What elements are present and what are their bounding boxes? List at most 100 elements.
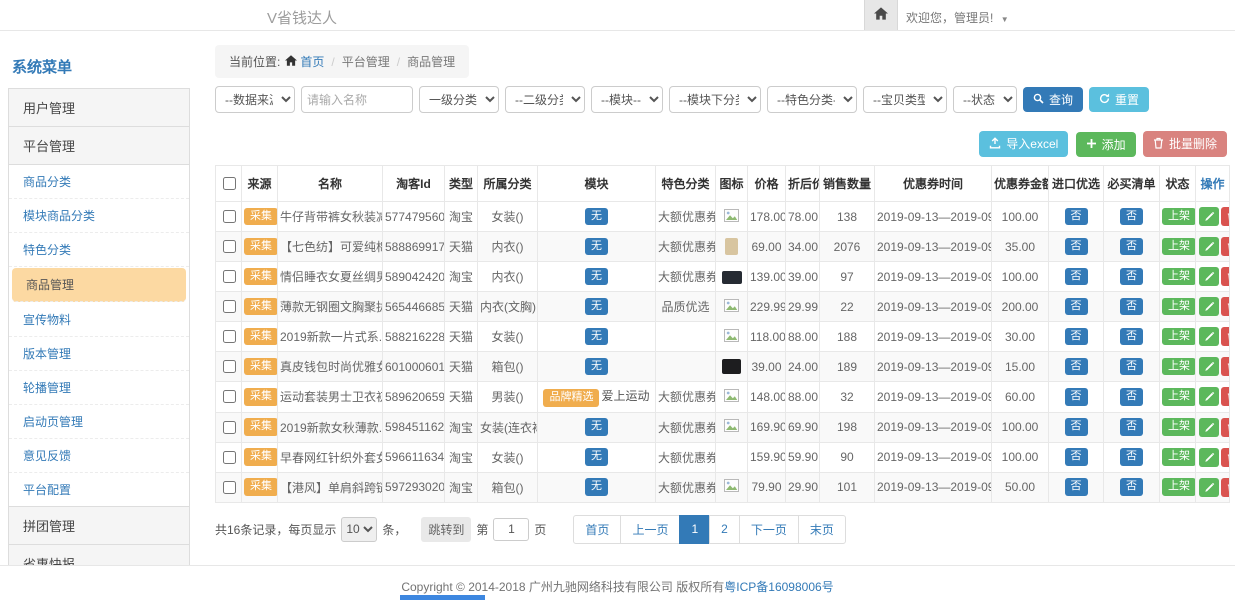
filter-select-module-subcategory[interactable]: --模块下分类-- bbox=[669, 86, 761, 113]
import-excel-button[interactable]: 导入excel bbox=[979, 131, 1068, 157]
sidebar-item-promo-materials[interactable]: 宣传物料 bbox=[9, 303, 189, 337]
pager-button-上一页[interactable]: 上一页 bbox=[620, 515, 680, 544]
select-all-checkbox[interactable] bbox=[223, 177, 236, 190]
broken-image-icon bbox=[724, 211, 739, 225]
horizontal-scrollbar-thumb[interactable] bbox=[400, 595, 485, 600]
edit-button[interactable] bbox=[1199, 327, 1219, 346]
row-checkbox[interactable] bbox=[223, 270, 236, 283]
filter-select-feature-category[interactable]: --特色分类-- bbox=[767, 86, 857, 113]
name-search-input[interactable] bbox=[301, 86, 413, 113]
delete-button[interactable] bbox=[1221, 207, 1230, 226]
row-checkbox[interactable] bbox=[223, 481, 236, 494]
sidebar-item-feedback[interactable]: 意见反馈 bbox=[9, 439, 189, 473]
pager-button-2[interactable]: 2 bbox=[709, 515, 740, 544]
edit-button[interactable] bbox=[1199, 357, 1219, 376]
cell-actions bbox=[1196, 292, 1230, 322]
cell-status: 上架 bbox=[1160, 472, 1196, 502]
sidebar-item-product-management[interactable]: 商品管理 bbox=[12, 268, 186, 302]
breadcrumb-home-link[interactable]: 首页 bbox=[300, 53, 324, 70]
sidebar-item-platform-config[interactable]: 平台配置 bbox=[9, 473, 189, 506]
filter-select-data-source[interactable]: --数据来源-- bbox=[215, 86, 295, 113]
sidebar-item-feature-category[interactable]: 特色分类 bbox=[9, 233, 189, 267]
column-header-14: 进口优选 bbox=[1049, 166, 1104, 202]
pager-button-下一页[interactable]: 下一页 bbox=[739, 515, 799, 544]
add-button[interactable]: 添加 bbox=[1076, 132, 1136, 157]
row-checkbox[interactable] bbox=[223, 330, 236, 343]
sidebar-item-group-buy-management[interactable]: 拼团管理 bbox=[8, 506, 190, 545]
per-page-select[interactable]: 10 bbox=[341, 517, 377, 542]
cell-sales: 138 bbox=[820, 202, 875, 232]
delete-button[interactable] bbox=[1221, 267, 1230, 286]
row-checkbox[interactable] bbox=[223, 390, 236, 403]
row-checkbox[interactable] bbox=[223, 421, 236, 434]
icp-link[interactable]: 粤ICP备16098006号 bbox=[724, 580, 833, 594]
cell-checkbox bbox=[216, 322, 242, 352]
product-thumbnail bbox=[725, 238, 738, 255]
edit-button[interactable] bbox=[1199, 418, 1219, 437]
jump-page-input[interactable] bbox=[493, 518, 529, 541]
edit-button[interactable] bbox=[1199, 297, 1219, 316]
batch-delete-button[interactable]: 批量删除 bbox=[1143, 131, 1227, 157]
cell-icon bbox=[716, 292, 748, 322]
row-checkbox[interactable] bbox=[223, 360, 236, 373]
search-button-label: 查询 bbox=[1049, 94, 1073, 106]
cell-module: 无 bbox=[538, 472, 656, 502]
filter-select-item-type[interactable]: --宝贝类型-- bbox=[863, 86, 947, 113]
filter-select-category-level2[interactable]: --二级分类-- bbox=[505, 86, 585, 113]
must-buy-badge: 否 bbox=[1120, 388, 1143, 406]
cell-price: 159.90 bbox=[748, 442, 786, 472]
edit-button[interactable] bbox=[1199, 207, 1219, 226]
delete-button[interactable] bbox=[1221, 297, 1230, 316]
column-header-10: 折后价 bbox=[786, 166, 820, 202]
home-button[interactable] bbox=[864, 0, 898, 30]
delete-button[interactable] bbox=[1221, 327, 1230, 346]
sidebar-item-module-product-category[interactable]: 模块商品分类 bbox=[9, 199, 189, 233]
delete-button[interactable] bbox=[1221, 237, 1230, 256]
edit-button[interactable] bbox=[1199, 387, 1219, 406]
pager-button-1[interactable]: 1 bbox=[679, 515, 710, 544]
delete-button[interactable] bbox=[1221, 478, 1230, 497]
broken-image-icon bbox=[724, 481, 739, 495]
sidebar-item-saving-news[interactable]: 省惠快报 bbox=[8, 544, 190, 565]
sidebar-item-splash-page-management[interactable]: 启动页管理 bbox=[9, 405, 189, 439]
search-button[interactable]: 查询 bbox=[1023, 87, 1083, 112]
filter-select-status[interactable]: --状态-- bbox=[953, 86, 1017, 113]
sidebar-item-version-management[interactable]: 版本管理 bbox=[9, 337, 189, 371]
delete-button[interactable] bbox=[1221, 418, 1230, 437]
delete-button[interactable] bbox=[1221, 387, 1230, 406]
cell-coupon-time: 2019-09-13—2019-09-18 bbox=[875, 472, 992, 502]
cell-price: 148.00 bbox=[748, 382, 786, 413]
edit-button[interactable] bbox=[1199, 448, 1219, 467]
filter-select-module[interactable]: --模块-- bbox=[591, 86, 663, 113]
filter-select-category-level1[interactable]: 一级分类 bbox=[419, 86, 499, 113]
cell-discount-price: 69.90 bbox=[786, 412, 820, 442]
cell-category: 内衣() bbox=[478, 262, 538, 292]
row-checkbox[interactable] bbox=[223, 210, 236, 223]
cell-icon bbox=[716, 442, 748, 472]
sidebar-item-carousel-management[interactable]: 轮播管理 bbox=[9, 371, 189, 405]
pager-button-末页[interactable]: 末页 bbox=[798, 515, 846, 544]
sidebar-item-user-management[interactable]: 用户管理 bbox=[8, 88, 190, 127]
row-checkbox[interactable] bbox=[223, 451, 236, 464]
jump-to-button[interactable]: 跳转到 bbox=[421, 517, 471, 542]
cell-coupon-amount: 60.00 bbox=[992, 382, 1049, 413]
module-badge: 无 bbox=[585, 448, 608, 466]
delete-button[interactable] bbox=[1221, 448, 1230, 467]
sidebar-item-platform-management[interactable]: 平台管理 bbox=[8, 126, 190, 165]
cell-icon bbox=[716, 262, 748, 292]
edit-button[interactable] bbox=[1199, 478, 1219, 497]
cell-price: 69.00 bbox=[748, 232, 786, 262]
user-menu[interactable]: 欢迎您，管理员! ▼ bbox=[906, 9, 1009, 26]
edit-button[interactable] bbox=[1199, 237, 1219, 256]
row-checkbox[interactable] bbox=[223, 300, 236, 313]
cell-actions bbox=[1196, 262, 1230, 292]
table-row: 采集真皮钱包时尚优雅女士...601000601341天猫箱包()无39.002… bbox=[216, 352, 1230, 382]
edit-button[interactable] bbox=[1199, 267, 1219, 286]
pager-button-首页[interactable]: 首页 bbox=[573, 515, 621, 544]
reset-button[interactable]: 重置 bbox=[1089, 87, 1149, 112]
source-badge: 采集 bbox=[244, 448, 278, 466]
delete-button[interactable] bbox=[1221, 357, 1230, 376]
table-header-row: 来源名称淘客Id类型所属分类模块特色分类图标价格折后价销售数量优惠券时间优惠券金… bbox=[216, 166, 1230, 202]
row-checkbox[interactable] bbox=[223, 240, 236, 253]
sidebar-item-product-category[interactable]: 商品分类 bbox=[9, 165, 189, 199]
